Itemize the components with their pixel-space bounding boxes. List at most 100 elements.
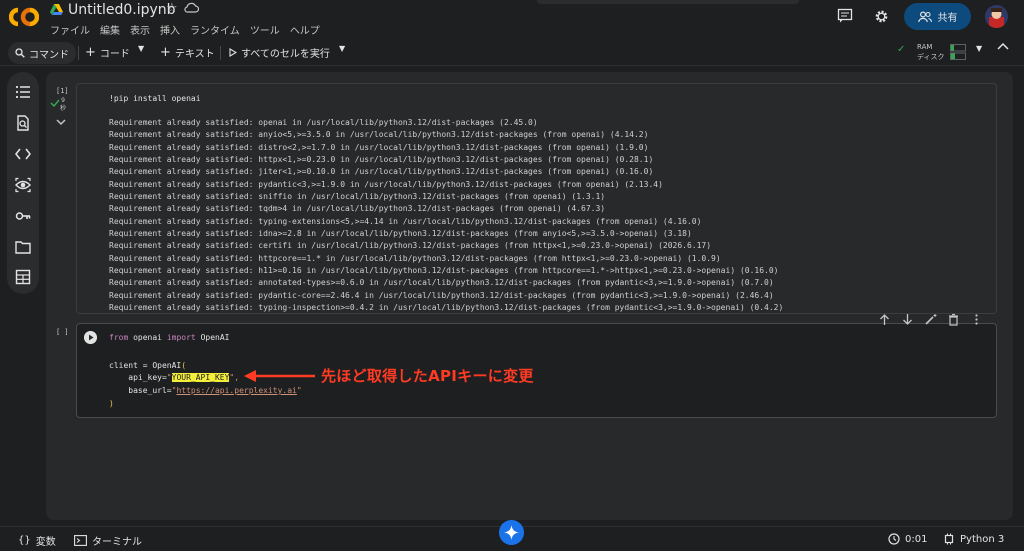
code-line-1: from openai import OpenAI [109,333,229,342]
success-check-icon [50,99,60,107]
terminal-button[interactable]: ターミナル [74,533,142,548]
variables-button[interactable]: {} 変数 [18,533,56,548]
avatar[interactable] [985,5,1008,28]
share-button[interactable]: 共有 [904,3,971,30]
variables-inspector-icon[interactable] [15,177,31,193]
menu-insert[interactable]: 挿入 [160,22,180,37]
run-all-button[interactable]: すべてのセルを実行 [229,45,330,60]
plus-icon: + [160,45,171,60]
code-line-3: client = OpenAI( [109,361,186,370]
base-url-link[interactable]: https://api.perplexity.ai [176,386,296,395]
comment-icon[interactable] [837,8,853,24]
move-up-icon[interactable] [878,313,891,326]
run-cell-button[interactable] [84,331,97,344]
command-palette-button[interactable]: コマンド [8,42,76,64]
resource-indicator[interactable]: RAM ディスク [896,42,952,62]
execution-time: 9 秒 [60,97,66,113]
colab-logo-icon[interactable] [9,6,39,28]
menu-file[interactable]: ファイル [50,22,90,37]
chevron-up-icon [997,42,1009,50]
data-table-icon[interactable] [15,269,31,285]
quote-comma: ", [229,373,240,382]
menu-edit[interactable]: 編集 [100,22,120,37]
chevron-down-icon[interactable] [56,118,66,126]
close-paren: ) [109,399,114,408]
execution-time-unit: 秒 [60,105,67,112]
keyword-import: import [166,333,196,342]
runtime-label: Python 3 [960,533,1005,545]
chip-icon [944,533,954,545]
people-icon [917,10,932,22]
cell-1-output: Requirement already satisfied: openai in… [109,117,783,315]
toolbar-divider [220,46,221,60]
table-of-contents-icon[interactable] [15,84,31,100]
search-icon [15,48,25,58]
left-sidebar [7,72,39,294]
variables-label: 変数 [35,537,56,548]
output-line: Requirement already satisfied: httpcore=… [109,253,721,263]
menu-view[interactable]: 表示 [130,22,150,37]
code-line-4: api_key="YOUR_API_KEY", [109,373,239,382]
menu-help[interactable]: ヘルプ [290,22,320,37]
add-code-button[interactable]: + コード [85,45,130,60]
keyword-from: from [109,333,129,342]
cell-toolbar [878,313,983,326]
notebook-title[interactable]: Untitled0.ipynb [68,2,176,18]
move-down-icon[interactable] [901,313,914,326]
google-drive-icon [50,4,63,15]
caret-down-icon: ▼ [138,44,145,53]
code-line-6: ) [109,399,114,408]
add-text-label: テキスト [174,49,215,60]
magic-edit-icon[interactable] [924,313,937,326]
execution-status[interactable]: 0:01 [888,533,927,545]
annotation-text: 先ほど取得したAPIキーに変更 [321,367,534,385]
star-icon[interactable]: ☆ [166,1,178,16]
delete-icon[interactable] [947,313,960,326]
quote: " [166,373,172,382]
output-line: Requirement already satisfied: distro<2,… [109,142,649,152]
terminal-icon [74,535,87,546]
ram-label: RAM [917,43,933,51]
execution-count: [ ] [56,328,69,336]
add-text-button[interactable]: + テキスト [160,45,215,60]
menu-tools[interactable]: ツール [250,22,280,37]
output-line: Requirement already satisfied: httpx<1,>… [109,155,654,165]
cell-1-code[interactable]: !pip install openai [109,94,201,103]
gemini-sparkle-button[interactable] [499,520,524,545]
code-snippets-icon[interactable] [15,146,31,162]
api-key-param: api_key= [109,373,167,382]
toolbar-divider [78,46,79,60]
output-line: Requirement already satisfied: typing-in… [109,303,784,313]
output-line: Requirement already satisfied: sniffio i… [109,192,606,202]
find-replace-icon[interactable] [15,115,31,131]
more-vertical-icon[interactable] [970,313,983,326]
top-bar: Untitled0.ipynb ☆ ファイル 編集 表示 挿入 ランタイム ツー… [0,0,1024,40]
resource-meter-icon [950,44,966,60]
settings-gear-icon[interactable] [874,9,889,24]
elapsed-time: 0:01 [905,533,928,545]
output-line: Requirement already satisfied: h11>=0.16… [109,266,779,276]
menu-bar: ファイル 編集 表示 挿入 ランタイム ツール ヘルプ [50,22,320,37]
command-label: コマンド [29,49,69,61]
top-strip [537,0,799,4]
output-line: Requirement already satisfied: anyio<5,>… [109,130,649,140]
files-folder-icon[interactable] [15,239,31,255]
execution-time-value: 9 [61,97,65,104]
cloud-saved-icon[interactable] [184,2,199,14]
output-line: Requirement already satisfied: pydantic-… [109,290,774,300]
base-url-param: base_url= [109,386,172,395]
collapse-header-button[interactable] [997,42,1009,50]
output-line: Requirement already satisfied: typing-ex… [109,216,702,226]
add-code-dropdown[interactable]: ▼ [138,44,144,53]
output-line: Requirement already satisfied: jiter<1,>… [109,167,654,177]
runtime-type-button[interactable]: Python 3 [943,533,1004,545]
run-all-label: すべてのセルを実行 [241,49,330,60]
api-key-value: YOUR_API_KEY [171,373,230,382]
run-all-dropdown[interactable]: ▼ [339,44,345,53]
output-line: Requirement already satisfied: pydantic<… [109,179,663,189]
runtime-dropdown[interactable]: ▼ [976,44,982,53]
menu-runtime[interactable]: ランタイム [190,22,240,37]
open-paren: ( [181,361,187,370]
plus-icon: + [85,45,96,60]
secrets-key-icon[interactable] [15,208,31,224]
